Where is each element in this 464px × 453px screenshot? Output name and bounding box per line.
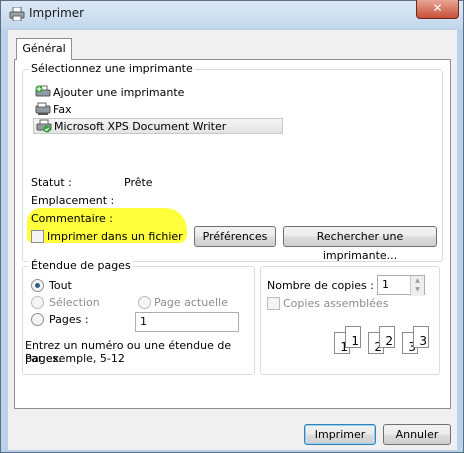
print-to-file-checkbox[interactable]	[31, 230, 44, 243]
printer-name: Fax	[53, 102, 72, 116]
add-printer-icon	[35, 85, 51, 97]
status-label: Statut :	[31, 176, 72, 189]
fax-printer-icon	[35, 102, 51, 115]
print-dialog: Imprimer ✕ Général Sélectionnez une impr…	[0, 0, 464, 453]
copies-value: 1	[382, 278, 389, 291]
tab-general[interactable]: Général	[16, 38, 72, 60]
pages-input[interactable]: 1	[135, 312, 239, 332]
printer-item-fax[interactable]: Fax	[35, 101, 72, 117]
radio-selection-label[interactable]: Sélection	[49, 296, 100, 309]
print-to-file-label[interactable]: Imprimer dans un fichier	[47, 230, 183, 243]
status-value: Prête	[124, 176, 153, 189]
collate-illustration: 1 1 2 2 3 3	[331, 322, 431, 358]
page-range-help-line2: Par exemple, 5-12	[25, 352, 125, 365]
print-button[interactable]: Imprimer	[304, 424, 376, 445]
dialog-client-area: Général Sélectionnez une imprimante Ajou…	[8, 30, 457, 450]
copies-group: Nombre de copies : 1 ▲ ▼ Copies assemblé…	[260, 266, 440, 375]
xps-printer-icon	[36, 119, 52, 133]
copies-spinner[interactable]: ▲ ▼	[410, 276, 424, 296]
comment-label: Commentaire :	[31, 212, 113, 225]
spin-up-icon[interactable]: ▲	[411, 276, 424, 285]
radio-all[interactable]	[31, 279, 44, 292]
printer-group-label: Sélectionnez une imprimante	[29, 62, 195, 75]
page-range-group: Étendue de pages Tout Sélection Page act…	[22, 259, 255, 375]
printer-icon	[9, 7, 25, 21]
radio-current-page[interactable]	[138, 296, 151, 309]
printer-item-xps[interactable]: Microsoft XPS Document Writer	[33, 118, 283, 134]
collate-page: 1	[345, 326, 361, 348]
copies-count-label: Nombre de copies :	[267, 279, 374, 292]
window-title: Imprimer	[29, 6, 85, 20]
printer-item-add[interactable]: Ajouter une imprimante	[35, 84, 184, 100]
printer-group: Sélectionnez une imprimante Ajouter une …	[22, 62, 443, 262]
copies-input[interactable]: 1 ▲ ▼	[377, 275, 425, 296]
close-button[interactable]: ✕	[416, 0, 459, 19]
printer-name: Ajouter une imprimante	[53, 85, 185, 99]
radio-selection[interactable]	[31, 296, 44, 309]
find-printer-button[interactable]: Rechercher une imprimante...	[283, 226, 437, 262]
collate-checkbox[interactable]	[267, 297, 280, 310]
printer-list[interactable]: Ajouter une imprimante Fax Microsoft XPS…	[33, 84, 285, 140]
cancel-button[interactable]: Annuler	[383, 424, 451, 445]
title-bar[interactable]: Imprimer ✕	[1, 0, 463, 29]
printer-name: Microsoft XPS Document Writer	[54, 119, 227, 133]
radio-pages-label[interactable]: Pages :	[49, 313, 89, 326]
radio-all-label[interactable]: Tout	[49, 279, 72, 292]
collate-page: 2	[379, 326, 395, 348]
radio-current-page-label[interactable]: Page actuelle	[154, 296, 228, 309]
tab-panel-general: Sélectionnez une imprimante Ajouter une …	[14, 59, 451, 409]
spin-down-icon[interactable]: ▼	[411, 285, 424, 294]
preferences-button[interactable]: Préférences	[194, 226, 276, 247]
collate-label[interactable]: Copies assemblées	[283, 297, 388, 310]
collate-page: 3	[413, 326, 429, 348]
location-label: Emplacement :	[31, 194, 115, 207]
radio-pages[interactable]	[31, 313, 44, 326]
page-range-label: Étendue de pages	[29, 259, 133, 272]
